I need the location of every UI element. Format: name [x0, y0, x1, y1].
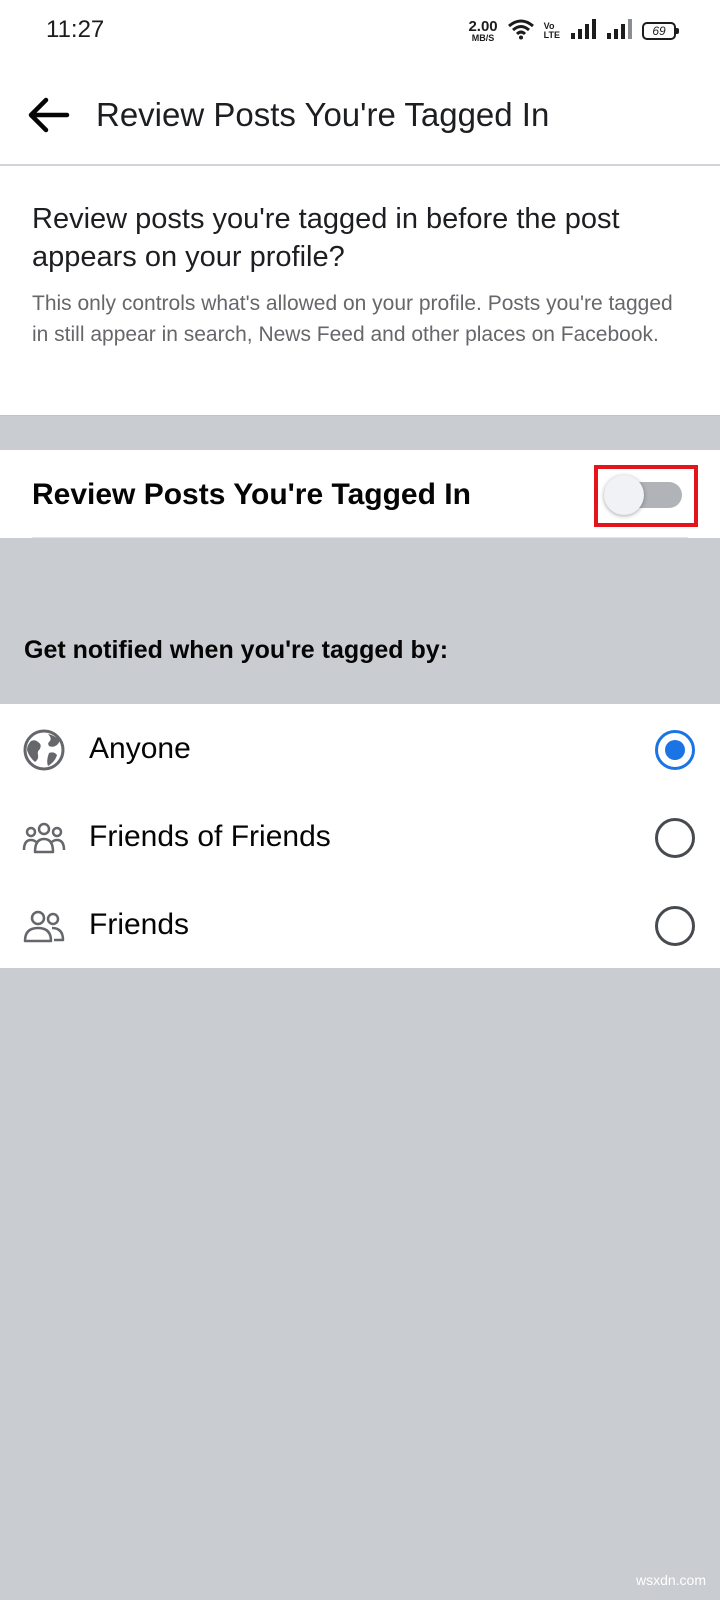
app-header: Review Posts You're Tagged In	[0, 64, 720, 166]
battery-level: 69	[652, 24, 666, 38]
radio-friends-of-friends[interactable]	[655, 818, 695, 858]
wifi-icon	[507, 18, 534, 45]
back-button[interactable]	[24, 94, 72, 136]
section-divider	[0, 416, 720, 450]
friends-of-friends-icon	[22, 816, 66, 860]
watermark: wsxdn.com	[635, 1572, 706, 1588]
option-label: Friends	[89, 908, 190, 941]
intro-section: Review posts you're tagged in before the…	[0, 166, 720, 416]
option-friends[interactable]: Friends	[0, 880, 720, 968]
option-friends-of-friends[interactable]: Friends of Friends	[0, 792, 720, 880]
intro-question: Review posts you're tagged in before the…	[32, 203, 620, 273]
notify-heading: Get notified when you're tagged by:	[24, 636, 449, 664]
option-label: Anyone	[89, 732, 191, 765]
review-posts-toggle-label: Review Posts You're Tagged In	[32, 478, 471, 511]
friends-icon	[22, 904, 66, 948]
network-speed: 2.00 MB/S	[468, 19, 497, 43]
status-time: 11:27	[46, 16, 105, 43]
status-icons: 2.00 MB/S Vo LTE 69	[468, 14, 679, 48]
signal-icon-secondary	[606, 18, 632, 45]
signal-icon	[570, 18, 596, 45]
option-label: Friends of Friends	[89, 820, 331, 853]
radio-anyone[interactable]	[655, 730, 695, 770]
globe-icon	[22, 728, 66, 772]
intro-description: This only controls what's allowed on you…	[32, 292, 673, 346]
review-posts-toggle-row[interactable]: Review Posts You're Tagged In	[0, 450, 720, 538]
option-anyone[interactable]: Anyone	[0, 704, 720, 792]
notify-options-list: Anyone Friends of Friends Friends	[0, 704, 720, 968]
row-divider	[32, 537, 688, 538]
volte-indicator: Vo LTE	[543, 21, 560, 40]
network-speed-unit: MB/S	[471, 33, 495, 43]
arrow-left-icon	[28, 97, 70, 133]
radio-friends[interactable]	[655, 906, 695, 946]
page-title: Review Posts You're Tagged In	[96, 96, 550, 133]
network-speed-value: 2.00	[468, 18, 498, 35]
switch-knob[interactable]	[604, 475, 644, 515]
battery-icon: 69	[642, 22, 679, 40]
status-bar: 11:27 2.00 MB/S Vo LTE 69	[0, 0, 720, 64]
